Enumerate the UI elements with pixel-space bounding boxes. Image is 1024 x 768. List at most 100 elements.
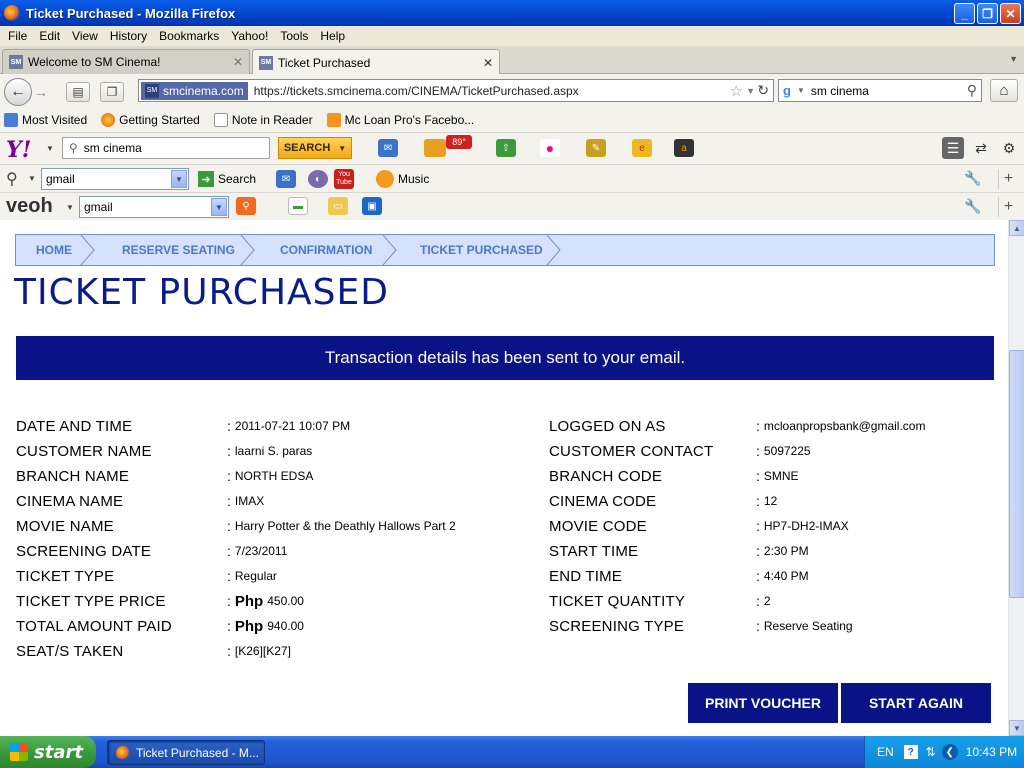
back-icon[interactable]: ← xyxy=(4,78,32,106)
close-button[interactable]: ✕ xyxy=(1000,3,1021,24)
reload-icon[interactable]: ↻ xyxy=(757,82,769,99)
search-icon[interactable]: ⚲ xyxy=(236,197,256,215)
page-scrollbar[interactable]: ▲ ▼ xyxy=(1008,220,1024,736)
detail-row-seats-taken: SEAT/S TAKEN xyxy=(16,639,123,663)
tray-expand-icon[interactable]: ❮ xyxy=(941,744,958,760)
network-icon[interactable]: ⇅ xyxy=(926,745,936,759)
system-tray: EN ? ⇅ ❮ 10:43 PM xyxy=(864,736,1024,768)
bookmark-most-visited[interactable]: Most Visited xyxy=(4,113,87,127)
menu-view[interactable]: View xyxy=(66,29,104,43)
language-indicator[interactable]: EN xyxy=(877,745,894,759)
add-icon[interactable]: + xyxy=(998,169,1018,189)
menu-yahoo[interactable]: Yahoo! xyxy=(225,29,274,43)
menu-edit[interactable]: Edit xyxy=(33,29,66,43)
yahoo-dropdown-icon[interactable]: ▼ xyxy=(46,144,54,153)
start-label: start xyxy=(34,741,83,763)
clock[interactable]: 10:43 PM xyxy=(966,745,1017,759)
breadcrumb-reserve-seating[interactable]: RESERVE SEATING xyxy=(122,235,235,265)
search-engine-dropdown-icon[interactable]: ▼ xyxy=(797,86,805,95)
scroll-up-icon[interactable]: ▲ xyxy=(1009,220,1024,236)
tv-icon[interactable]: ▣ xyxy=(362,197,382,215)
breadcrumb-home[interactable]: HOME xyxy=(36,235,72,265)
bookmark-getting-started[interactable]: Getting Started xyxy=(101,113,200,127)
detail-value-row: : SMNE xyxy=(756,468,799,484)
chevron-down-icon[interactable]: ▼ xyxy=(171,170,187,188)
firefox-icon xyxy=(4,5,20,21)
bookmark-note-in-reader[interactable]: Note in Reader xyxy=(213,113,313,127)
veoh-search-combo[interactable]: gmail ▼ xyxy=(79,196,229,218)
wrench-icon[interactable]: 🔧 xyxy=(964,198,981,215)
maximize-button[interactable]: ❐ xyxy=(977,3,998,24)
folder-icon[interactable]: ▭ xyxy=(328,197,348,215)
yahoo-search-input[interactable]: ⚲ sm cinema xyxy=(62,137,270,159)
minimize-button[interactable]: _ xyxy=(954,3,975,24)
chevron-down-icon[interactable]: ▼ xyxy=(211,198,227,216)
weather-icon[interactable] xyxy=(424,139,446,157)
tab-list-icon[interactable]: ▼ xyxy=(1009,54,1018,64)
chevron-down-icon[interactable]: ▼ xyxy=(66,203,74,212)
search-icon[interactable]: ⚲ xyxy=(6,169,18,189)
notes-icon[interactable]: ✎ xyxy=(586,139,606,157)
address-bar[interactable]: SM smcinema.com https://tickets.smcinema… xyxy=(138,79,774,102)
sm-favicon-icon: SM xyxy=(9,55,23,69)
add-icon[interactable]: + xyxy=(998,197,1018,217)
search-bar[interactable]: g ▼ sm cinema ⚲ xyxy=(778,79,982,102)
tab-ticket-purchased[interactable]: SM Ticket Purchased ✕ xyxy=(252,49,500,75)
ebay-icon[interactable]: e xyxy=(632,139,652,157)
chevron-down-icon[interactable]: ▼ xyxy=(28,174,36,183)
toolbar-search-button[interactable]: ➜ Search xyxy=(198,171,256,187)
amazon-icon[interactable]: a xyxy=(674,139,694,157)
tab-close-icon[interactable]: ✕ xyxy=(233,55,243,69)
menu-tools[interactable]: Tools xyxy=(274,29,314,43)
video-thumbnail-icon[interactable]: ▬ xyxy=(288,197,308,215)
bookmark-star-icon[interactable]: ☆ xyxy=(730,82,743,100)
search-icon[interactable]: ⚲ xyxy=(967,82,977,99)
rss-icon xyxy=(326,113,341,127)
tab-welcome[interactable]: SM Welcome to SM Cinema! ✕ xyxy=(2,49,250,74)
toolbar-music-button[interactable]: Music xyxy=(376,170,429,188)
mail-icon[interactable]: ✉ xyxy=(378,139,398,157)
yahoo-search-button[interactable]: SEARCH ▼ xyxy=(278,137,352,159)
wrench-icon[interactable]: 🔧 xyxy=(964,170,981,187)
menu-help[interactable]: Help xyxy=(314,29,351,43)
toolbar-music-label: Music xyxy=(398,172,430,186)
breadcrumb-confirmation[interactable]: CONFIRMATION xyxy=(280,235,372,265)
tab-close-icon[interactable]: ✕ xyxy=(483,56,493,70)
detail-value: Reserve Seating xyxy=(763,619,853,633)
url-text[interactable]: https://tickets.smcinema.com/CINEMA/Tick… xyxy=(254,84,579,98)
scroll-down-icon[interactable]: ▼ xyxy=(1009,720,1024,736)
print-voucher-button[interactable]: PRINT VOUCHER xyxy=(688,683,838,723)
print-icon[interactable]: ▤ xyxy=(66,82,90,102)
swap-icon[interactable]: ⇄ xyxy=(970,137,992,159)
messenger-icon[interactable]: ◐ xyxy=(308,170,328,188)
menu-bookmarks[interactable]: Bookmarks xyxy=(153,29,225,43)
toolbar-app-icon[interactable]: ⇧ xyxy=(496,139,516,157)
copy-icon[interactable]: ❐ xyxy=(100,82,124,102)
home-icon[interactable]: ⌂ xyxy=(990,79,1018,102)
firefox-icon xyxy=(101,113,116,127)
start-again-button[interactable]: START AGAIN xyxy=(841,683,991,723)
forward-icon[interactable]: → xyxy=(34,83,54,101)
list-icon[interactable]: ☰ xyxy=(942,137,964,159)
help-icon[interactable]: ? xyxy=(903,745,918,759)
gear-icon[interactable]: ⚙ xyxy=(998,137,1020,159)
search-input[interactable]: sm cinema xyxy=(811,84,869,98)
veoh-logo[interactable]: veoh xyxy=(6,195,53,218)
menu-history[interactable]: History xyxy=(104,29,153,43)
youtube-icon[interactable]: You Tube xyxy=(334,169,354,189)
yahoo-logo-icon[interactable]: Y! xyxy=(6,137,31,163)
start-button[interactable]: start xyxy=(0,736,96,768)
site-identity-badge[interactable]: SM smcinema.com xyxy=(141,81,248,100)
detail-label: BRANCH NAME xyxy=(16,467,130,485)
url-dropdown-icon[interactable]: ▼ xyxy=(746,86,755,96)
taskbar-item-firefox[interactable]: Ticket Purchased - M... xyxy=(107,740,265,765)
detail-value: Regular xyxy=(234,569,277,583)
bookmark-mc-loan-pro[interactable]: Mc Loan Pro's Facebo... xyxy=(326,113,474,127)
detail-value: 2:30 PM xyxy=(763,544,809,558)
menu-file[interactable]: File xyxy=(2,29,33,43)
flickr-icon[interactable]: ● xyxy=(540,139,560,157)
toolbar-search-combo[interactable]: gmail ▼ xyxy=(41,168,189,190)
mail-icon[interactable]: ✉ xyxy=(276,170,296,188)
veoh-toolbar: veoh ▼ gmail ▼ ⚲ ▬ ▭ ▣ 🔧 + xyxy=(0,192,1024,220)
scroll-thumb[interactable] xyxy=(1009,350,1024,598)
